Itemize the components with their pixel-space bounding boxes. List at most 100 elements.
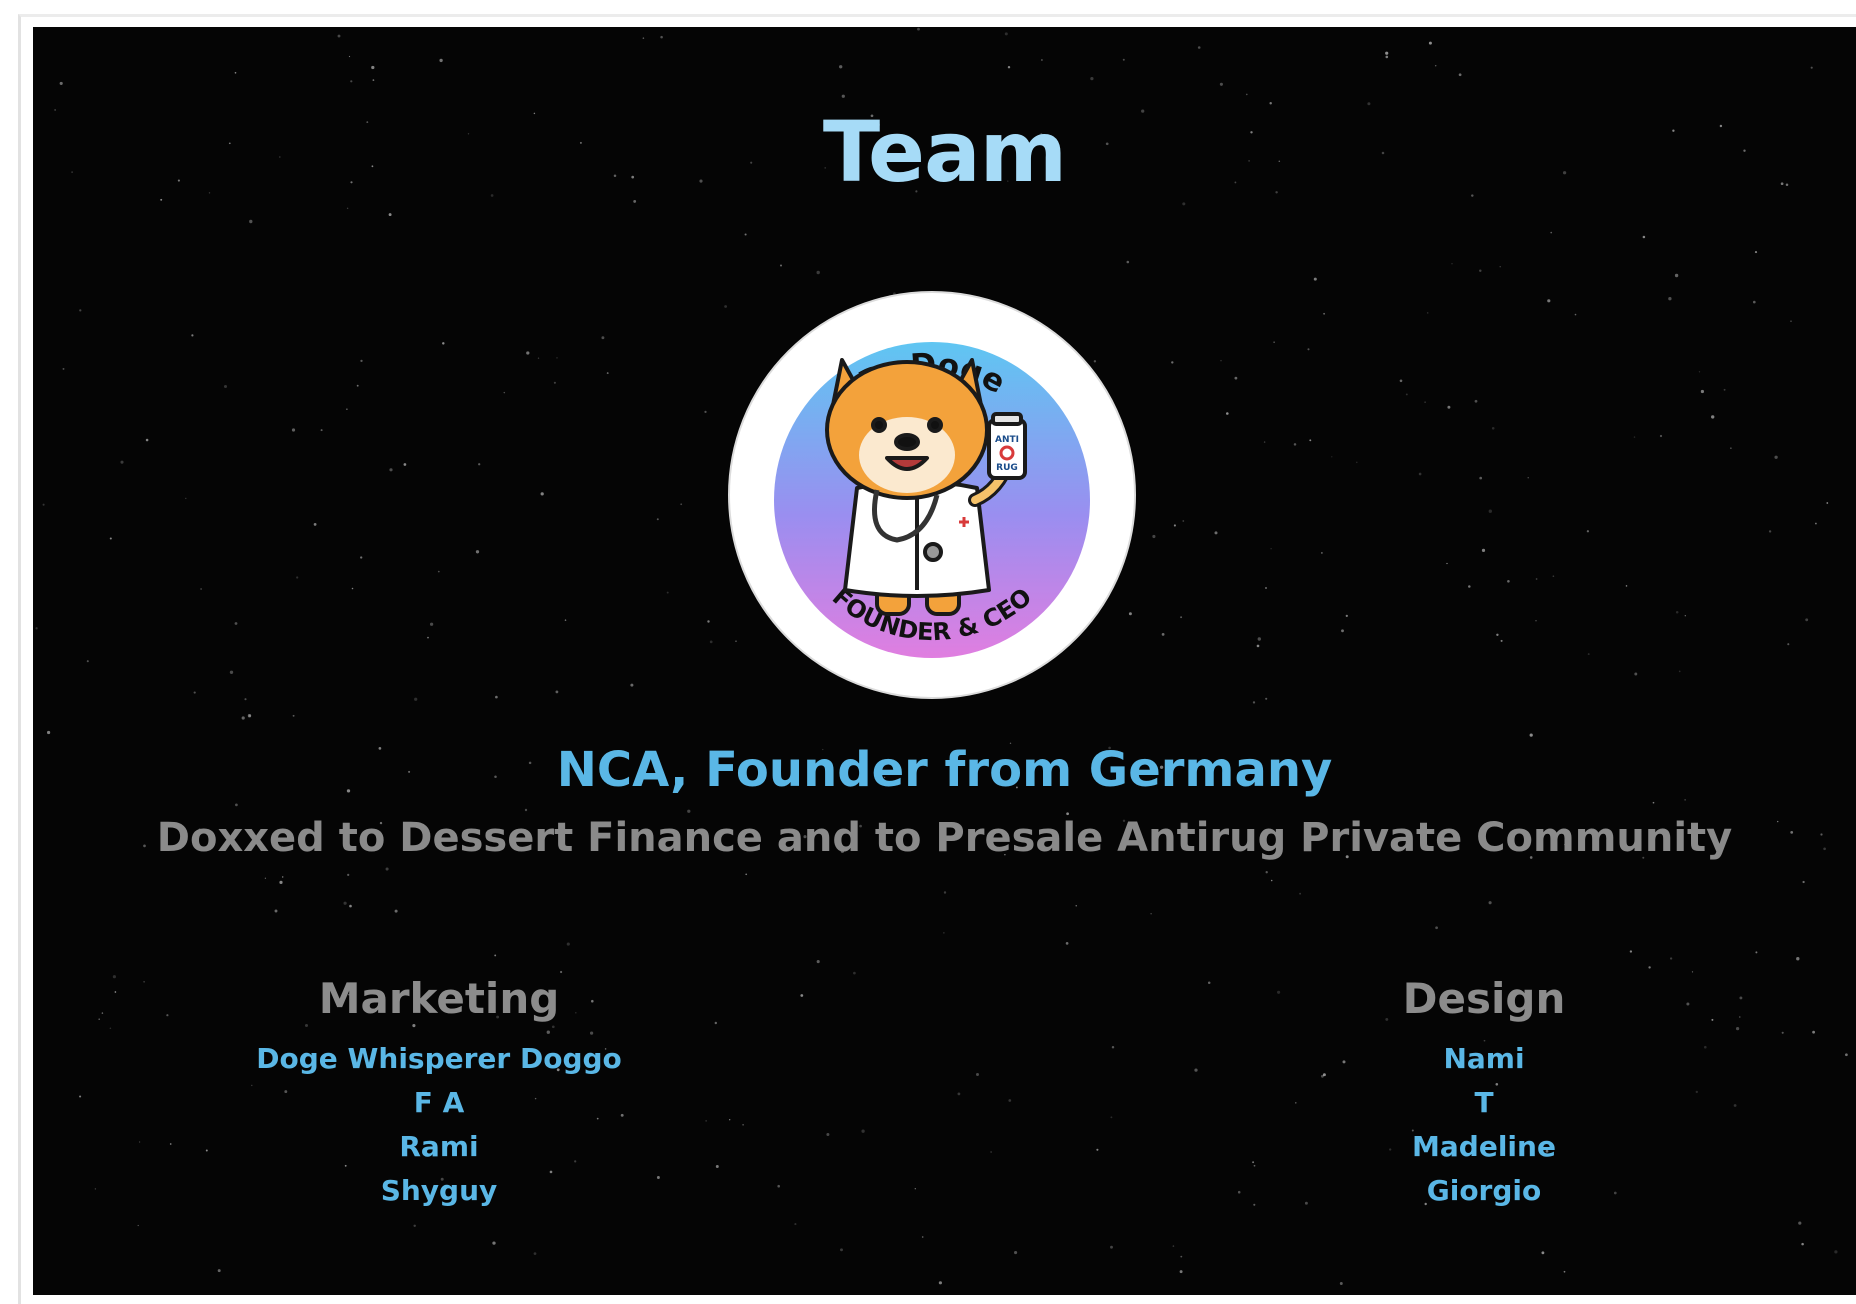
star: [1527, 477, 1529, 479]
star: [1684, 615, 1686, 617]
star: [744, 233, 747, 236]
star: [249, 715, 251, 717]
star: [1194, 1068, 1198, 1072]
star: [1499, 266, 1501, 268]
star: [1004, 32, 1008, 36]
star: [1802, 880, 1805, 884]
star: [1428, 41, 1432, 45]
team-member: Madeline: [1412, 1130, 1556, 1163]
star: [347, 873, 350, 877]
star: [1435, 926, 1438, 930]
star: [1675, 611, 1679, 614]
star: [1426, 312, 1429, 314]
star: [1309, 439, 1312, 442]
star: [1629, 950, 1633, 953]
star: [1090, 76, 1094, 81]
star: [1424, 401, 1426, 403]
star: [1182, 520, 1185, 522]
star: [656, 518, 659, 521]
star: [1345, 614, 1348, 618]
marketing-team: Marketing Doge Whisperer Doggo F A Rami …: [159, 967, 719, 1213]
star: [427, 636, 429, 639]
star: [1220, 359, 1222, 362]
star: [1674, 273, 1679, 278]
star: [442, 342, 445, 345]
star: [1008, 1099, 1012, 1102]
star: [349, 904, 352, 908]
star: [709, 640, 713, 644]
star: [1700, 389, 1704, 394]
star: [1356, 461, 1358, 464]
star: [1172, 1245, 1175, 1247]
star: [840, 1248, 843, 1252]
star: [279, 880, 283, 885]
star: [1040, 59, 1043, 61]
star: [492, 1241, 496, 1245]
star: [745, 873, 748, 876]
star: [47, 730, 51, 735]
star: [1226, 412, 1229, 415]
star: [1798, 1221, 1802, 1225]
star: [281, 876, 284, 878]
star: [1446, 562, 1448, 565]
star: [385, 867, 389, 871]
star: [264, 877, 267, 879]
star: [1270, 548, 1272, 550]
star: [371, 65, 375, 70]
star: [429, 622, 434, 626]
star: [1529, 733, 1533, 737]
star: [291, 428, 296, 432]
star: [1755, 951, 1758, 954]
star: [1434, 64, 1437, 67]
star: [526, 351, 530, 355]
star: [439, 58, 443, 63]
star: [79, 1095, 82, 1098]
star: [320, 429, 323, 432]
star: [109, 537, 112, 540]
star: [109, 1027, 112, 1029]
star: [1574, 313, 1577, 316]
star: [101, 1012, 104, 1014]
star: [1180, 1255, 1183, 1258]
star: [229, 670, 234, 674]
star: [1796, 957, 1800, 961]
star: [1474, 399, 1478, 403]
star: [1781, 1031, 1784, 1034]
star: [1265, 871, 1268, 874]
star: [1182, 202, 1186, 206]
star: [1399, 379, 1403, 383]
star: [861, 1129, 865, 1133]
star: [1458, 73, 1462, 77]
team-member: T: [1474, 1086, 1494, 1119]
star: [1293, 443, 1297, 446]
design-team: Design Nami T Madeline Giorgio: [1204, 967, 1764, 1213]
star: [1488, 509, 1492, 513]
star: [120, 460, 124, 464]
star: [1669, 957, 1673, 960]
star: [1491, 427, 1495, 430]
star: [779, 264, 783, 267]
star: [112, 975, 116, 979]
star: [742, 1123, 744, 1126]
star: [1171, 361, 1174, 364]
star: [337, 34, 341, 38]
star: [556, 357, 558, 359]
star: [1845, 1053, 1848, 1057]
star: [1385, 55, 1389, 59]
star: [1418, 472, 1422, 476]
star: [1698, 371, 1701, 373]
founder-badge: Dr.Doge FOUNDER & CEO: [728, 291, 1136, 699]
star: [921, 1236, 924, 1238]
star: [1500, 639, 1503, 642]
star: [555, 690, 559, 694]
star: [816, 960, 820, 964]
star: [1173, 524, 1176, 527]
star: [1541, 1251, 1545, 1255]
star: [1678, 670, 1681, 673]
star: [704, 410, 707, 414]
star: [137, 1224, 139, 1227]
star: [1814, 522, 1817, 525]
star: [1331, 456, 1333, 458]
star: [1805, 618, 1809, 622]
star: [943, 891, 947, 894]
